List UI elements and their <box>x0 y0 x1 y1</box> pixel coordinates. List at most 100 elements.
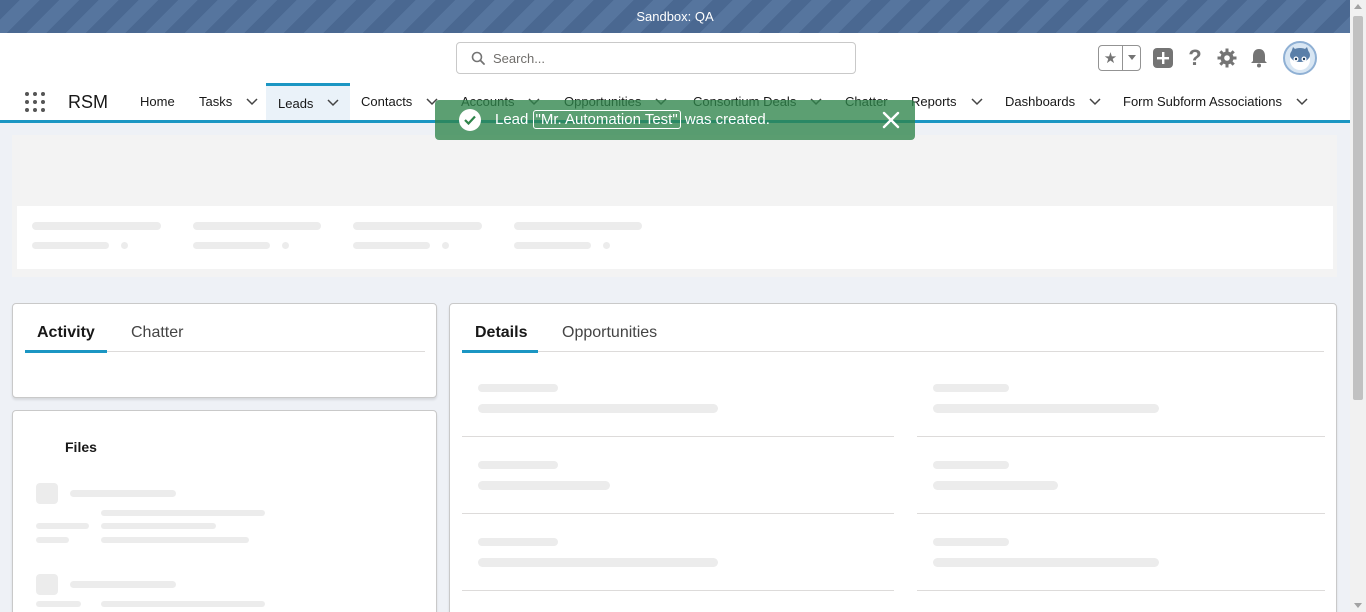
field-divider <box>917 513 1325 514</box>
skeleton-bar <box>32 242 109 249</box>
close-icon[interactable] <box>881 110 901 130</box>
tab-opportunities[interactable]: Opportunities <box>562 324 657 342</box>
nav-item-dashboards[interactable]: Dashboards <box>1005 83 1101 120</box>
nav-item-reports[interactable]: Reports <box>911 83 983 120</box>
activity-card: Activity Chatter <box>12 303 437 398</box>
highlights-panel-loading <box>17 206 1333 269</box>
tab-chatter[interactable]: Chatter <box>131 324 183 342</box>
skeleton-bar <box>101 510 265 516</box>
skeleton-label <box>478 461 558 469</box>
chevron-down-icon[interactable] <box>1089 97 1101 106</box>
user-avatar[interactable] <box>1283 41 1317 75</box>
search-icon <box>471 51 485 65</box>
nav-item-label: Form Subform Associations <box>1123 94 1282 109</box>
global-search-input[interactable]: Search... <box>456 42 856 74</box>
tab-underline <box>25 350 107 353</box>
skeleton-bar <box>36 537 69 543</box>
file-thumb-placeholder <box>36 574 58 595</box>
skeleton-label <box>478 538 558 546</box>
files-title: Files <box>65 439 97 455</box>
skeleton-bar <box>353 222 482 230</box>
skeleton-value <box>478 481 610 490</box>
chevron-down-icon[interactable] <box>1296 97 1308 106</box>
nav-item-home[interactable]: Home <box>140 83 175 120</box>
skeleton-bar <box>36 601 81 607</box>
favorites-star-icon[interactable]: ★ <box>1099 46 1123 70</box>
field-divider <box>917 590 1325 591</box>
skeleton-dot <box>121 242 128 249</box>
nav-item-leads[interactable]: Leads <box>266 83 350 120</box>
nav-item-label: Dashboards <box>1005 94 1076 109</box>
setup-gear-icon[interactable] <box>1217 48 1237 68</box>
skeleton-bar <box>101 601 265 607</box>
nav-item-tasks[interactable]: Tasks <box>199 83 258 120</box>
toast-record-link[interactable]: "Mr. Automation Test" <box>532 110 681 129</box>
details-card: Details Opportunities <box>449 303 1337 612</box>
favorites-group: ★ <box>1098 45 1141 71</box>
skeleton-bar <box>193 222 321 230</box>
skeleton-label <box>478 384 558 392</box>
chevron-down-icon[interactable] <box>246 97 258 106</box>
nav-item-label: Contacts <box>361 94 413 109</box>
tab-underline <box>462 350 538 353</box>
skeleton-bar <box>36 523 89 529</box>
skeleton-bar <box>70 581 176 588</box>
skeleton-bar <box>193 242 270 249</box>
app-name: RSM <box>68 92 108 112</box>
field-divider <box>462 513 894 514</box>
skeleton-dot <box>603 242 610 249</box>
field-divider <box>462 436 894 437</box>
skeleton-label <box>933 538 1009 546</box>
skeleton-bar <box>101 537 249 543</box>
global-header: Search... ★ ? <box>0 33 1350 83</box>
skeleton-bar <box>32 222 161 230</box>
tab-activity[interactable]: Activity <box>37 324 95 342</box>
success-check-icon <box>459 109 481 131</box>
chevron-down-icon[interactable] <box>327 99 339 107</box>
success-toast: Lead "Mr. Automation Test" was created. <box>435 100 915 140</box>
vertical-scrollbar[interactable] <box>1350 0 1366 612</box>
nav-item-label: Leads <box>278 95 314 111</box>
skeleton-bar <box>101 523 216 529</box>
files-card: Files <box>12 410 437 612</box>
field-divider <box>462 590 894 591</box>
scroll-down-arrow-icon[interactable] <box>1354 603 1362 608</box>
skeleton-dot <box>442 242 449 249</box>
skeleton-value <box>933 481 1058 490</box>
notifications-bell-icon[interactable] <box>1249 48 1269 68</box>
skeleton-label <box>933 461 1009 469</box>
toast-suffix: was created. <box>680 111 770 128</box>
add-icon[interactable] <box>1153 48 1173 68</box>
skeleton-value <box>478 558 718 567</box>
search-placeholder: Search... <box>493 50 546 66</box>
skeleton-value <box>478 404 718 413</box>
scroll-up-arrow-icon[interactable] <box>1354 4 1362 9</box>
skeleton-bar <box>353 242 430 249</box>
skeleton-value <box>933 558 1159 567</box>
nav-item-label: Reports <box>911 94 957 109</box>
chevron-down-icon[interactable] <box>971 97 983 106</box>
scroll-thumb[interactable] <box>1353 16 1363 400</box>
field-divider <box>917 436 1325 437</box>
skeleton-dot <box>282 242 289 249</box>
app-launcher-icon[interactable] <box>25 92 45 112</box>
help-icon[interactable]: ? <box>1185 45 1205 70</box>
skeleton-bar <box>70 490 176 497</box>
file-thumb-placeholder <box>36 483 58 504</box>
sandbox-banner: Sandbox: QA <box>0 0 1350 33</box>
nav-item-form-subform-associations[interactable]: Form Subform Associations <box>1123 83 1308 120</box>
skeleton-value <box>933 404 1159 413</box>
toast-prefix: Lead <box>495 111 533 128</box>
toast-message: Lead "Mr. Automation Test" was created. <box>495 110 770 129</box>
tab-details[interactable]: Details <box>475 324 527 342</box>
skeleton-bar <box>514 222 642 230</box>
tab-divider <box>462 351 1324 352</box>
header-actions: ★ ? <box>1098 41 1317 75</box>
sandbox-label: Sandbox: QA <box>636 9 714 24</box>
nav-item-contacts[interactable]: Contacts <box>361 83 438 120</box>
favorites-menu-chevron-icon[interactable] <box>1123 46 1140 70</box>
nav-item-label: Tasks <box>199 94 233 109</box>
skeleton-label <box>933 384 1009 392</box>
skeleton-bar <box>514 242 591 249</box>
nav-item-label: Home <box>140 94 175 109</box>
